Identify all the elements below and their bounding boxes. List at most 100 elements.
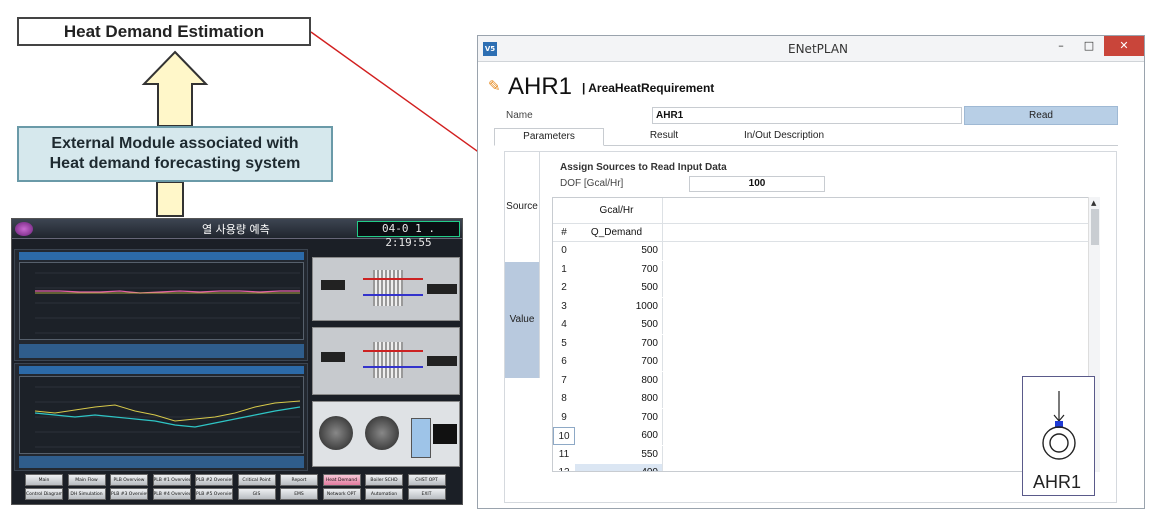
- connector-up-arrow-icon: [156, 182, 184, 217]
- scroll-thumb[interactable]: [1091, 209, 1099, 245]
- row-value[interactable]: 1000: [575, 297, 663, 316]
- row-value[interactable]: 800: [575, 371, 663, 390]
- dashboard-button[interactable]: DH Simulation: [67, 488, 106, 500]
- dashboard-button[interactable]: EXIT: [407, 488, 446, 500]
- dashboard-button[interactable]: Automation: [365, 488, 403, 500]
- row-value[interactable]: 700: [575, 334, 663, 353]
- row-index: 6: [561, 356, 567, 367]
- row-value[interactable]: 700: [575, 260, 663, 279]
- close-button[interactable]: ✕: [1104, 36, 1144, 56]
- grid-header-row: Gcal/Hr: [553, 198, 1093, 224]
- dashboard-button[interactable]: PLB Overview: [110, 474, 148, 486]
- row-value[interactable]: 500: [575, 242, 663, 260]
- dof-input[interactable]: 100: [689, 176, 825, 192]
- source-label: Source: [506, 201, 538, 212]
- dashboard-button[interactable]: Boiler SCHD: [365, 474, 403, 486]
- external-module-line-2: Heat demand forecasting system: [49, 155, 301, 172]
- component-name-heading: AHR1: [508, 73, 573, 100]
- table-row[interactable]: 10 600: [553, 427, 1093, 445]
- upper-chart-lines: [35, 272, 300, 334]
- dashboard-button[interactable]: GIS: [237, 488, 276, 500]
- app-icon: V5: [483, 42, 497, 56]
- row-index: 11: [558, 448, 570, 460]
- name-field[interactable]: AHR1: [652, 107, 962, 124]
- dashboard-button[interactable]: PLB #3 Overview: [110, 488, 148, 500]
- table-row[interactable]: 6 700: [553, 353, 1093, 371]
- heat-demand-dashboard: 열 사용량 예측 04-0 1 . 2:19:55 Main Main Flow…: [11, 218, 463, 505]
- row-value[interactable]: 400: [575, 464, 663, 471]
- lower-chart-panel: [14, 363, 308, 471]
- heat-demand-title-box: Heat Demand Estimation: [17, 17, 311, 46]
- dashboard-button[interactable]: Control Diagram: [25, 488, 63, 500]
- dof-value: 100: [748, 178, 766, 189]
- grid-name-row: # Q_Demand: [553, 224, 1093, 242]
- dashboard-button[interactable]: EMS: [280, 488, 318, 500]
- row-index: 2: [561, 282, 567, 293]
- edit-icon: ✎: [488, 77, 501, 95]
- upper-line-chart: [19, 262, 304, 340]
- dashboard-header: 열 사용량 예측 04-0 1 . 2:19:55: [12, 219, 462, 249]
- row-value[interactable]: 550: [575, 445, 663, 464]
- dashboard-button[interactable]: Critical Point: [237, 474, 276, 486]
- lower-line-chart: [19, 376, 304, 454]
- external-module-box: External Module associated with Heat dem…: [17, 126, 333, 182]
- dashboard-button[interactable]: PLB #1 Overview: [152, 474, 191, 486]
- dof-label: DOF [Gcal/Hr]: [560, 178, 624, 189]
- heat-exchanger-icon: [1042, 391, 1076, 460]
- scroll-up-icon[interactable]: ▲: [1091, 199, 1096, 207]
- table-row[interactable]: 2 500: [553, 279, 1093, 297]
- upper-chart-panel: [14, 249, 308, 361]
- dashboard-button[interactable]: PLB #5 Overview: [195, 488, 233, 500]
- plant-diagram-2: [312, 327, 460, 395]
- heat-demand-title: Heat Demand Estimation: [63, 21, 265, 41]
- dashboard-button[interactable]: Network OPT: [322, 488, 361, 500]
- table-row[interactable]: 11 550: [553, 445, 1093, 464]
- grid-unit-header: Gcal/Hr: [575, 198, 663, 224]
- row-value[interactable]: 700: [575, 408, 663, 427]
- dashboard-button[interactable]: Report: [280, 474, 318, 486]
- table-row[interactable]: 9 700: [553, 408, 1093, 427]
- tab-inout-description[interactable]: In/Out Description: [724, 128, 844, 146]
- read-button[interactable]: Read: [964, 106, 1118, 125]
- value-section: Value: [505, 262, 540, 378]
- table-row[interactable]: 0 500: [553, 242, 1093, 260]
- lower-chart-lines: [34, 386, 301, 448]
- window-titlebar: V5 ENetPLAN – □ ✕: [478, 36, 1144, 62]
- dashboard-button[interactable]: Main: [25, 474, 63, 486]
- dashboard-button[interactable]: Heat Demand: [322, 474, 361, 486]
- tab-parameters[interactable]: Parameters: [494, 128, 604, 146]
- table-row[interactable]: 8 800: [553, 390, 1093, 408]
- tab-result[interactable]: Result: [624, 128, 704, 146]
- dashboard-button[interactable]: PLB #2 Overview: [195, 474, 233, 486]
- row-index: 3: [561, 300, 567, 312]
- ahr1-block-label: AHR1: [1033, 472, 1082, 492]
- name-field-value: AHR1: [656, 110, 684, 121]
- value-label: Value: [509, 314, 535, 325]
- row-index: 5: [561, 337, 567, 349]
- name-label: Name: [506, 110, 533, 121]
- component-type-heading: | AreaHeatRequirement: [582, 81, 715, 95]
- row-index: 12: [553, 464, 575, 471]
- dashboard-button[interactable]: PLB #4 Overview: [152, 488, 191, 500]
- table-row[interactable]: 4 500: [553, 316, 1093, 334]
- minimize-button[interactable]: –: [1048, 36, 1074, 56]
- table-row[interactable]: 3 1000: [553, 297, 1093, 316]
- row-value[interactable]: 600: [575, 427, 663, 445]
- row-value[interactable]: 500: [575, 279, 663, 297]
- dashboard-button[interactable]: CHST OPT: [407, 474, 446, 486]
- row-index: 0: [561, 245, 567, 256]
- table-row[interactable]: 1 700: [553, 260, 1093, 279]
- table-row[interactable]: 7 800: [553, 371, 1093, 390]
- row-value[interactable]: 800: [575, 390, 663, 408]
- row-index: 4: [561, 319, 567, 330]
- row-index: 9: [561, 411, 567, 423]
- dashboard-title: 열 사용량 예측: [202, 223, 270, 236]
- table-row[interactable]: 12400: [553, 464, 1093, 471]
- maximize-button[interactable]: □: [1076, 36, 1102, 56]
- row-value[interactable]: 500: [575, 316, 663, 334]
- row-value[interactable]: 700: [575, 353, 663, 371]
- dashboard-button-bar: Main Main Flow PLB Overview PLB #1 Overview…: [25, 473, 451, 503]
- ahr1-block[interactable]: AHR1: [1022, 376, 1095, 496]
- dashboard-button[interactable]: Main Flow: [67, 474, 106, 486]
- table-row[interactable]: 5 700: [553, 334, 1093, 353]
